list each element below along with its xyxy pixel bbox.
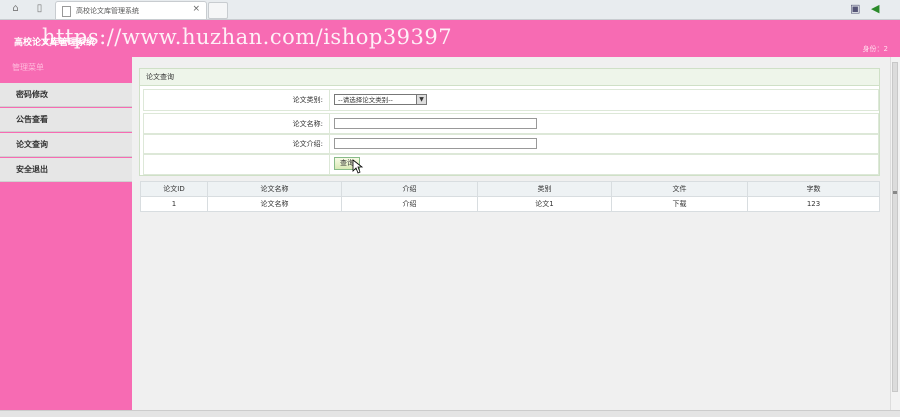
category-row: 论文类别: --请选择论文类别-- ▼ (143, 89, 879, 111)
watermark: https://www.huzhan.com/ishop39397 (42, 25, 453, 49)
col-header: 论文ID (140, 181, 208, 197)
results-table: 论文ID 论文名称 介绍 类别 文件 字数 1 论文名称 介绍 论文1 下载 1… (140, 181, 880, 212)
scroll-grip-icon (893, 191, 897, 194)
browser-tab[interactable]: 高校论文库管理系统 × (55, 1, 207, 19)
query-panel-title: 论文查询 (140, 69, 879, 86)
col-header: 字数 (747, 181, 880, 197)
name-row: 论文名称: (143, 113, 879, 135)
table-row: 1 论文名称 介绍 论文1 下载 123 (140, 196, 880, 212)
sidebar: 管理菜单 密码修改 公告查看 论文查询 安全退出 (0, 57, 132, 410)
category-label: 论文类别: (144, 90, 330, 110)
close-tab-icon[interactable]: × (192, 4, 200, 14)
scrollbar-thumb[interactable] (892, 62, 898, 392)
cell-wordcount: 123 (747, 196, 880, 212)
col-header: 论文名称 (207, 181, 342, 197)
mouse-cursor-icon (352, 159, 364, 174)
back-arrow-icon[interactable]: ◀ (871, 2, 879, 15)
col-header: 类别 (477, 181, 612, 197)
cell-category: 论文1 (477, 196, 612, 212)
download-link[interactable]: 下载 (611, 196, 748, 212)
sidebar-item-password[interactable]: 密码修改 (0, 83, 132, 107)
new-tab-button[interactable] (208, 2, 228, 19)
save-page-icon[interactable]: ▣ (850, 2, 860, 15)
sidebar-heading: 管理菜单 (12, 63, 44, 72)
intro-label: 论文介绍: (144, 134, 330, 154)
page-icon (62, 6, 71, 17)
name-label: 论文名称: (144, 114, 330, 134)
user-info: 身份：2 (862, 45, 888, 53)
vertical-scrollbar[interactable] (890, 57, 900, 410)
browser-toolbar: ⌂ ▯ 高校论文库管理系统 × ▣ ◀ (0, 0, 900, 20)
sidebar-item-notices[interactable]: 公告查看 (0, 108, 132, 132)
category-select-value: --请选择论文类别-- (338, 96, 393, 104)
results-header-row: 论文ID 论文名称 介绍 类别 文件 字数 (140, 181, 880, 197)
col-header: 文件 (611, 181, 748, 197)
cell-name: 论文名称 (207, 196, 342, 212)
page-menu-icon[interactable]: ▯ (34, 3, 45, 14)
sidebar-item-logout[interactable]: 安全退出 (0, 158, 132, 182)
paper-name-input[interactable] (334, 118, 537, 129)
col-header: 介绍 (341, 181, 478, 197)
query-panel: 论文查询 论文类别: --请选择论文类别-- ▼ 论文名称: 论文介绍: 查询 (139, 68, 880, 176)
app-header: 高校论文库管理系统 https://www.huzhan.com/ishop39… (0, 20, 900, 57)
cell-intro: 介绍 (341, 196, 478, 212)
sidebar-item-paper-search[interactable]: 论文查询 (0, 133, 132, 157)
paper-intro-input[interactable] (334, 138, 537, 149)
cell-id: 1 (140, 196, 208, 212)
submit-row: 查询 (143, 153, 879, 175)
home-icon[interactable]: ⌂ (10, 3, 21, 14)
intro-row: 论文介绍: (143, 133, 879, 155)
category-select[interactable]: --请选择论文类别-- ▼ (334, 94, 427, 105)
chevron-down-icon[interactable]: ▼ (416, 95, 426, 104)
tab-title: 高校论文库管理系统 (76, 7, 139, 15)
submit-label-cell (144, 154, 330, 174)
